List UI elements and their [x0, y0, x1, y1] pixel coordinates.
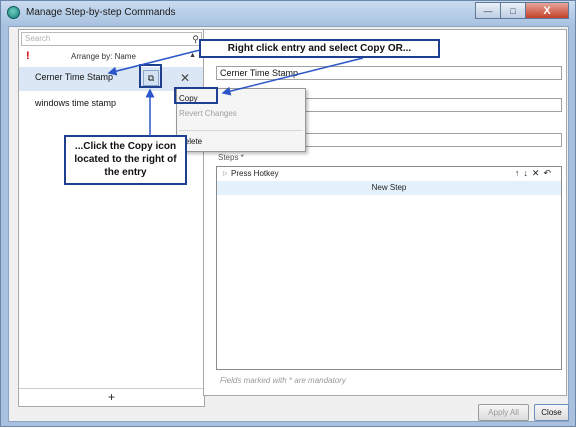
minimize-button[interactable]: —: [475, 2, 501, 19]
step-controls[interactable]: ↑↓✕↶: [515, 168, 555, 179]
steps-list: ▷ Press Hotkey ↑↓✕↶ New Step: [216, 166, 562, 370]
sort-up-icon[interactable]: ▲: [189, 52, 196, 59]
step-row[interactable]: ▷ Press Hotkey ↑↓✕↶: [217, 167, 561, 181]
new-step-button[interactable]: New Step: [217, 181, 561, 195]
context-menu-revert-changes[interactable]: Revert Changes: [179, 107, 303, 120]
name-field[interactable]: Cerner Time Stamp: [216, 66, 562, 80]
list-item-label: windows time stamp: [35, 98, 117, 108]
arrange-by-label[interactable]: Arrange by: Name: [71, 52, 136, 61]
command-detail-panel: Cerner Time Stamp Steps * ▷ Press Hotkey…: [203, 29, 567, 396]
callout-copy-icon: ...Click the Copy icon located to the ri…: [64, 135, 187, 185]
expand-triangle-icon[interactable]: ▷: [223, 170, 228, 177]
command-list-panel: Search ⚲ ! Arrange by: Name ▲ Cerner Tim…: [18, 29, 205, 407]
window-controls: — □ X: [475, 2, 569, 19]
copy-menu-highlight: [174, 87, 218, 104]
delete-entry-icon[interactable]: ✕: [180, 71, 190, 85]
mandatory-note: Fields marked with * are mandatory: [220, 376, 346, 385]
menu-divider: [179, 130, 303, 131]
search-input[interactable]: Search ⚲: [21, 32, 202, 46]
close-window-button[interactable]: X: [525, 2, 569, 19]
close-button[interactable]: Close: [534, 404, 569, 421]
copy-icon-highlight: [139, 64, 162, 88]
app-window: Manage Step-by-step Commands — □ X Searc…: [0, 0, 576, 427]
maximize-button[interactable]: □: [500, 2, 526, 19]
callout-right-click: Right click entry and select Copy OR...: [199, 39, 440, 58]
apply-all-button[interactable]: Apply All: [478, 404, 529, 421]
context-menu-delete[interactable]: Delete: [179, 135, 303, 148]
list-item-label: Cerner Time Stamp: [35, 72, 114, 82]
dialog-body: Search ⚲ ! Arrange by: Name ▲ Cerner Tim…: [8, 26, 569, 422]
steps-label: Steps *: [218, 153, 244, 162]
title-bar[interactable]: Manage Step-by-step Commands — □ X: [1, 1, 575, 25]
arrange-row[interactable]: ! Arrange by: Name ▲: [19, 50, 204, 63]
step-label: Press Hotkey: [231, 169, 279, 178]
window-title: Manage Step-by-step Commands: [26, 7, 176, 18]
add-command-button[interactable]: +: [19, 388, 204, 406]
app-icon: [7, 6, 20, 19]
search-icon[interactable]: ⚲: [192, 34, 199, 45]
required-mark: !: [26, 50, 30, 62]
search-placeholder: Search: [25, 34, 51, 43]
